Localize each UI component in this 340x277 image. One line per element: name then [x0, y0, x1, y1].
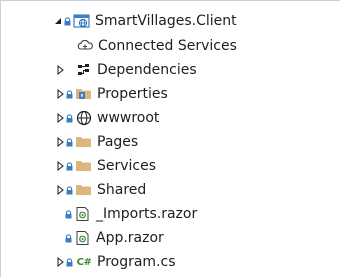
globe-icon: [75, 110, 93, 126]
connected-services-icon: [76, 38, 94, 54]
tree-node-wwwroot[interactable]: wwwroot: [55, 106, 159, 130]
razor-file-icon: [74, 230, 92, 246]
tree-node-project[interactable]: SmartVillages.Client: [53, 9, 237, 33]
tree-node-label: _Imports.razor: [96, 206, 198, 222]
source-control-lock-icon: [66, 182, 74, 198]
tree-node-label: wwwroot: [97, 110, 160, 126]
tree-node-program-cs[interactable]: C# Program.cs: [55, 250, 176, 274]
collapsed-arrow-icon[interactable]: [55, 134, 65, 150]
source-control-lock-icon: [65, 206, 73, 222]
collapsed-arrow-icon[interactable]: [55, 86, 65, 102]
folder-icon: [75, 134, 93, 150]
tree-node-pages[interactable]: Pages: [55, 130, 138, 154]
tree-node-connected-services[interactable]: Connected Services: [76, 34, 237, 58]
web-project-icon: [73, 13, 91, 29]
tree-node-dependencies[interactable]: Dependencies: [55, 58, 197, 82]
source-control-lock-icon: [66, 254, 74, 270]
properties-folder-icon: [75, 86, 93, 102]
collapsed-arrow-icon[interactable]: [55, 62, 65, 78]
tree-node-label: Shared: [97, 182, 147, 198]
csharp-icon-text: C#: [76, 256, 92, 268]
source-control-lock-icon: [66, 86, 74, 102]
project-name-label: SmartVillages.Client: [95, 13, 237, 29]
folder-icon: [75, 182, 93, 198]
collapsed-arrow-icon[interactable]: [55, 182, 65, 198]
solution-explorer-tree: SmartVillages.Client Connected Services: [0, 0, 340, 277]
tree-node-label: Pages: [97, 134, 139, 150]
tree-node-app-razor[interactable]: App.razor: [65, 226, 164, 250]
collapsed-arrow-icon[interactable]: [55, 254, 65, 270]
source-control-lock-icon: [64, 13, 72, 29]
collapsed-arrow-icon[interactable]: [55, 110, 65, 126]
tree-node-services[interactable]: Services: [55, 154, 156, 178]
expanded-arrow-icon[interactable]: [53, 13, 63, 29]
tree-node-label: Services: [97, 158, 157, 174]
tree-node-label: Connected Services: [98, 38, 237, 54]
tree-node-label: Properties: [97, 86, 168, 102]
source-control-lock-icon: [66, 158, 74, 174]
source-control-lock-icon: [65, 230, 73, 246]
dependencies-icon: [75, 62, 93, 78]
source-control-lock-icon: [66, 134, 74, 150]
tree-node-shared[interactable]: Shared: [55, 178, 146, 202]
folder-icon: [75, 158, 93, 174]
source-control-lock-icon: [66, 110, 74, 126]
tree-node-label: Program.cs: [97, 254, 176, 270]
tree-node-label: App.razor: [96, 230, 164, 246]
csharp-file-icon: C#: [75, 254, 93, 270]
tree-node-imports-razor[interactable]: _Imports.razor: [65, 202, 197, 226]
collapsed-arrow-icon[interactable]: [55, 158, 65, 174]
tree-node-properties[interactable]: Properties: [55, 82, 168, 106]
tree-node-label: Dependencies: [97, 62, 197, 78]
razor-file-icon: [74, 206, 92, 222]
